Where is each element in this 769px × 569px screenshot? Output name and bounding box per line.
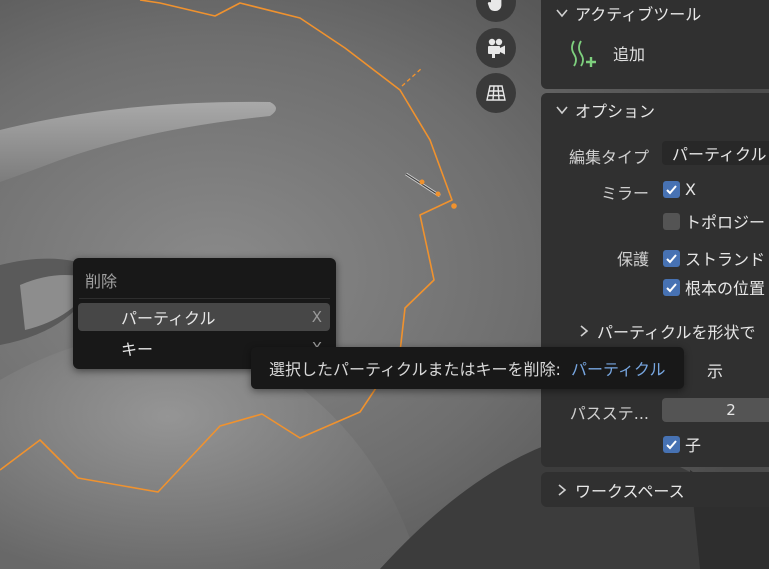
edit-type-value: パーティクル (672, 145, 767, 164)
workspace-header[interactable]: ワークスペース (541, 475, 769, 505)
active-tool-title: アクティブツール (575, 5, 702, 24)
mirror-x-checkbox[interactable]: X (663, 180, 696, 199)
key-point (451, 203, 457, 209)
chevron-right-icon (580, 325, 589, 337)
checkbox-unchecked-icon (663, 212, 680, 230)
grid-icon[interactable] (476, 73, 516, 113)
comb-add-icon (571, 40, 596, 67)
protect-strands-checkbox[interactable]: ストランド (663, 246, 765, 270)
shape-subpanel-label: パーティクルを形状で (597, 323, 756, 342)
mirror-topology-checkbox[interactable]: トポロジー (663, 209, 765, 233)
chevron-down-icon (556, 106, 568, 115)
key-point (419, 179, 425, 185)
menu-item-particles[interactable]: パーティクル X (78, 303, 330, 331)
key-point (435, 191, 441, 197)
mirror-label: ミラー (600, 184, 649, 203)
path-steps-value: 2 (726, 401, 736, 419)
protect-label: 保護 (616, 250, 649, 269)
active-tool-header[interactable]: アクティブツール (541, 0, 769, 28)
protect-strands-label: ストランド (685, 250, 766, 269)
chevron-right-icon (558, 484, 567, 496)
children-label: 子 (685, 436, 702, 455)
menu-title: 削除 (85, 272, 118, 291)
display-label: 示 (707, 362, 724, 381)
active-tool-item[interactable]: 追加 (569, 38, 645, 68)
edit-type-label: 編集タイプ (568, 148, 649, 167)
active-tool-label: 追加 (613, 45, 646, 64)
options-title: オプション (575, 102, 656, 121)
protect-root-checkbox[interactable]: 根本の位置 (663, 275, 765, 299)
menu-separator (79, 298, 330, 299)
edit-type-dropdown[interactable]: パーティクル (662, 141, 769, 165)
mirror-x-label: X (685, 180, 696, 199)
options-panel: オプション 編集タイプ パーティクル ミラー X トポロジー 保護 ストランド … (541, 93, 769, 467)
options-header[interactable]: オプション (541, 95, 769, 125)
menu-item-shortcut: X (311, 308, 322, 326)
mirror-topology-label: トポロジー (685, 213, 766, 232)
menu-item-label: キー (121, 340, 154, 359)
chevron-down-icon (556, 9, 568, 18)
tooltip: 選択したパーティクルまたはキーを削除: パーティクル (251, 347, 684, 389)
path-steps-label: パスステ... (569, 404, 649, 423)
active-tool-panel: アクティブツール 追加 (541, 0, 769, 89)
shape-subpanel-header[interactable]: パーティクルを形状で (577, 319, 756, 343)
protect-root-label: 根本の位置 (685, 279, 766, 298)
workspace-title: ワークスペース (575, 482, 685, 501)
children-checkbox[interactable]: 子 (663, 432, 701, 456)
menu-item-label: パーティクル (121, 309, 216, 328)
checkbox-checked-icon (663, 181, 680, 198)
tooltip-text: 選択したパーティクルまたはキーを削除: (269, 360, 561, 379)
tooltip-value: パーティクル (570, 360, 666, 379)
checkbox-checked-icon (663, 278, 680, 296)
camera-icon[interactable] (476, 28, 516, 68)
checkbox-checked-icon (663, 435, 680, 453)
workspace-panel: ワークスペース (541, 472, 769, 507)
checkbox-checked-icon (663, 249, 680, 267)
display-row: 示 (707, 358, 723, 382)
path-steps-field[interactable]: 2 (662, 398, 769, 422)
